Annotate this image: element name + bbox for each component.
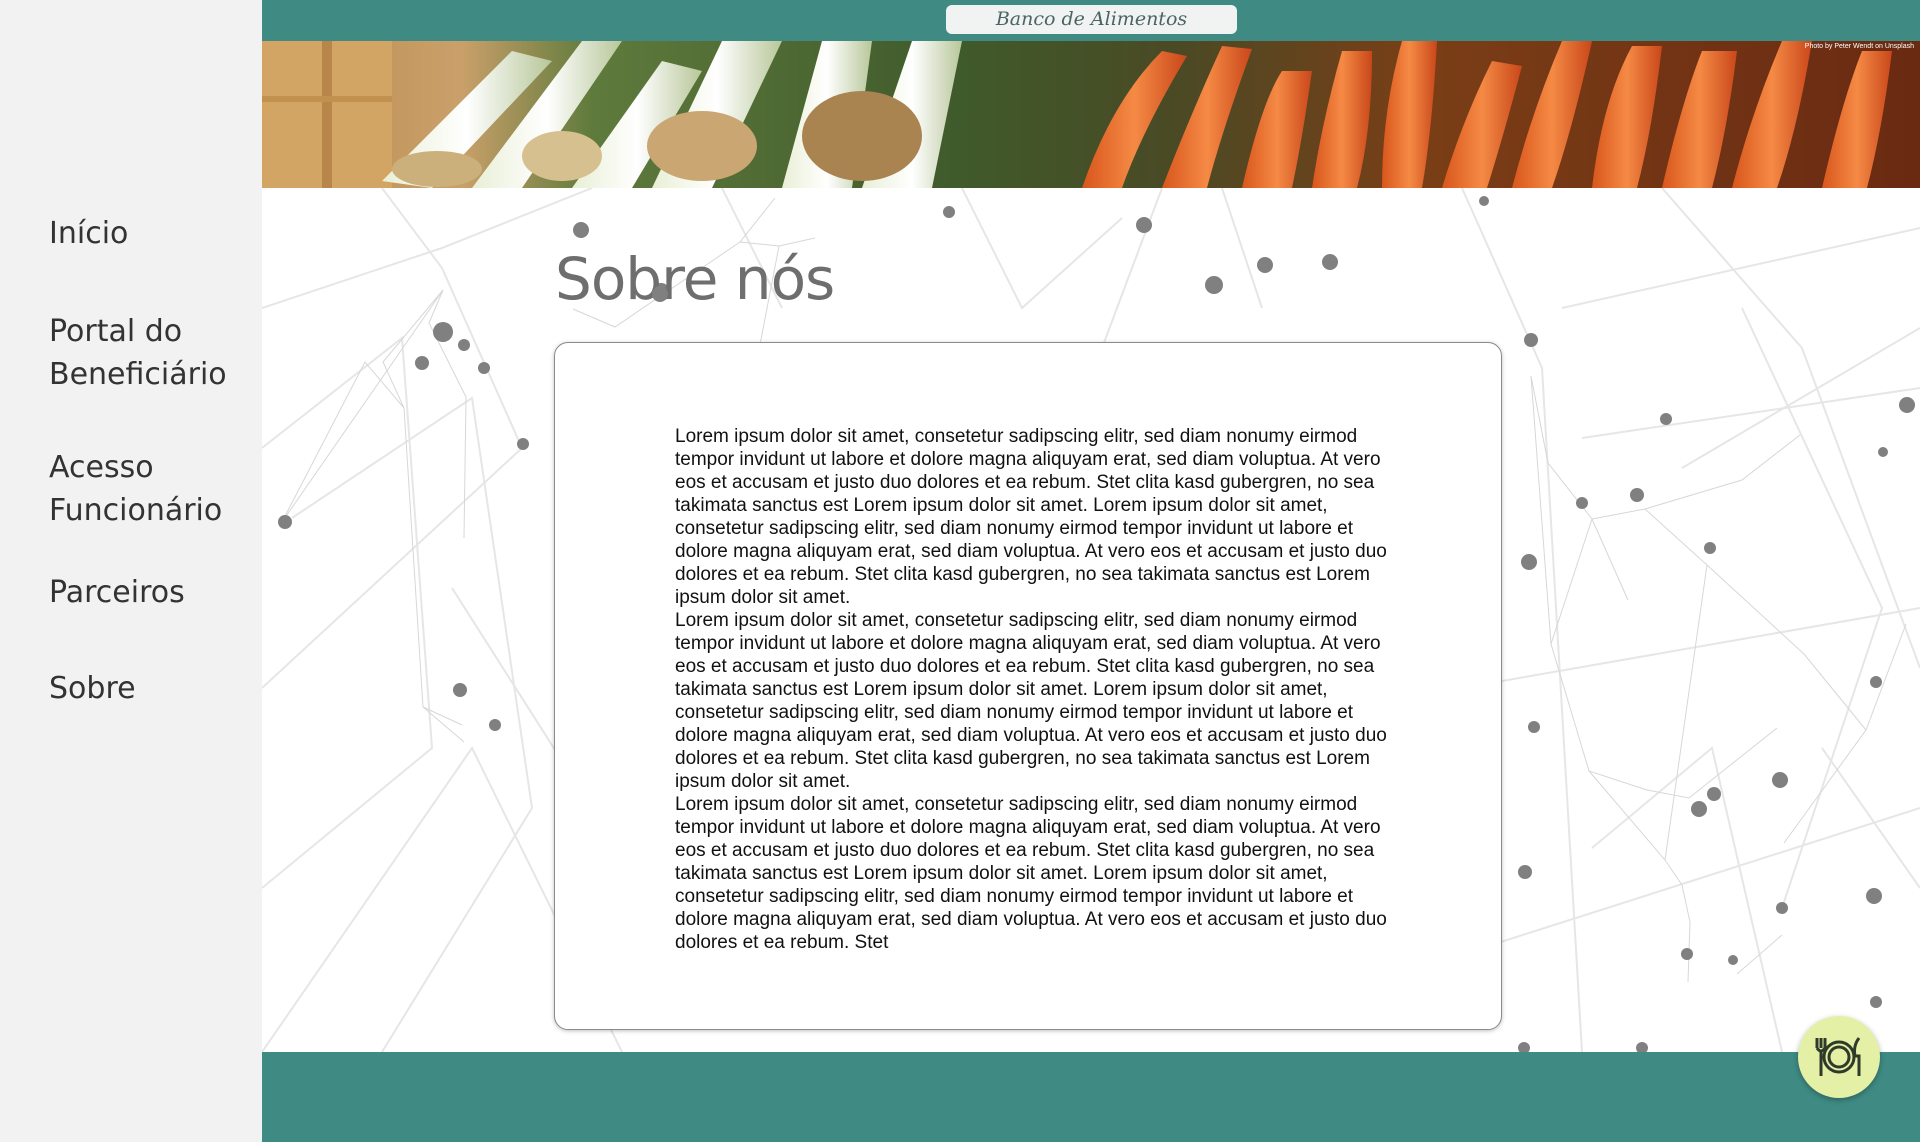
sidebar-item-acesso-funcionario[interactable]: Acesso Funcionário [49, 446, 249, 532]
photo-credit[interactable]: Photo by Peter Wendt on Unsplash [1805, 43, 1914, 50]
sidebar-item-parceiros[interactable]: Parceiros [49, 571, 249, 614]
about-paragraph: Lorem ipsum dolor sit amet, consetetur s… [675, 610, 1387, 792]
about-paragraph: Lorem ipsum dolor sit amet, consetetur s… [675, 794, 1387, 953]
plate-cutlery-icon [1815, 1037, 1861, 1076]
sidebar-item-inicio[interactable]: Início [49, 212, 249, 255]
network-node [652, 286, 668, 302]
sidebar: Início Portal do Beneficiário Acesso Fun… [0, 0, 262, 1142]
footer [262, 1052, 1920, 1142]
about-paragraph: Lorem ipsum dolor sit amet, consetetur s… [675, 426, 1387, 608]
brand-title[interactable]: Banco de Alimentos [946, 5, 1237, 34]
banner-image: Photo by Peter Wendt on Unsplash [262, 41, 1920, 188]
sidebar-item-sobre[interactable]: Sobre [49, 667, 249, 710]
vegetables-photo [262, 41, 1920, 188]
food-fab-button[interactable] [1798, 1016, 1880, 1098]
about-card: Lorem ipsum dolor sit amet, consetetur s… [554, 342, 1502, 1030]
sidebar-item-portal-beneficiario[interactable]: Portal do Beneficiário [49, 310, 249, 396]
page-title: Sobre nós [555, 245, 835, 313]
about-text: Lorem ipsum dolor sit amet, consetetur s… [675, 425, 1405, 954]
